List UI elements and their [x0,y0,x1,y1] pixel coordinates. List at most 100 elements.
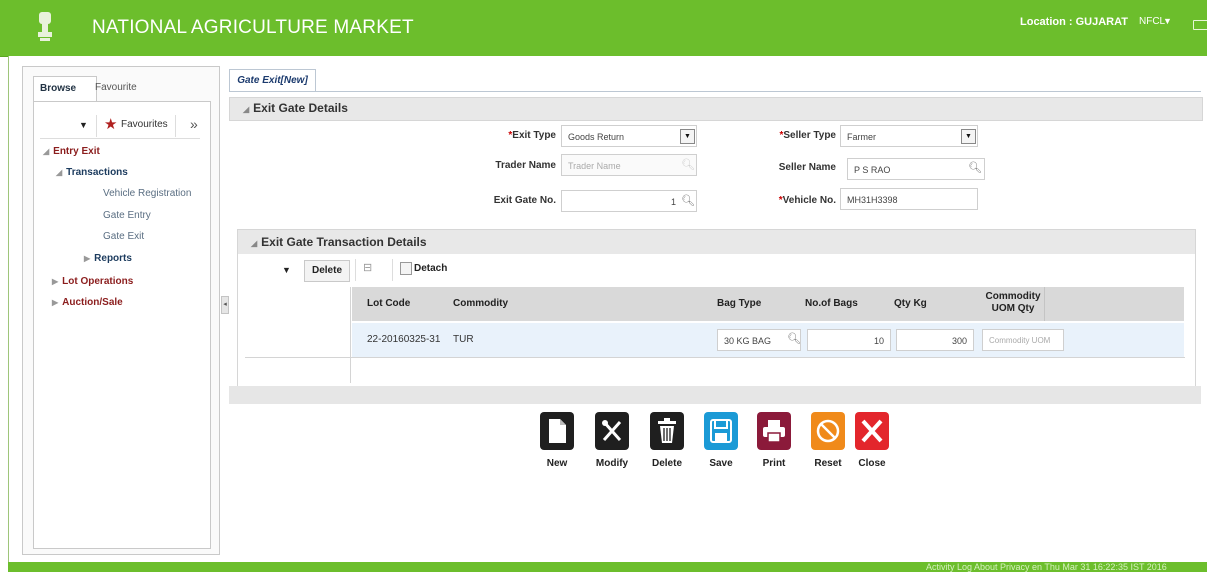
tree-label: Auction/Sale [62,297,123,308]
chevron-down-icon[interactable]: ▼ [79,120,88,130]
tree-item-reports[interactable]: ▶ Reports [84,253,132,264]
tree-item-vehicle-registration[interactable]: Vehicle Registration [103,188,191,199]
window-icon[interactable] [1193,20,1207,30]
caret-right-icon: ▶ [52,277,59,286]
chevron-down-icon[interactable]: ▼ [1163,16,1172,26]
divider [245,357,1185,358]
detach-button[interactable]: Detach [414,263,447,274]
seller-type-value: Farmer [847,132,876,142]
tree-item-entry-exit[interactable]: ◢ Entry Exit [43,146,100,157]
caret-down-icon: ◢ [56,168,63,177]
grid-toolbar: ▼ Delete ⊟ Detach [245,258,1185,284]
tree-item-gate-exit[interactable]: Gate Exit [103,231,144,242]
print-button[interactable] [757,412,791,450]
exit-type-value: Goods Return [568,132,625,142]
tree-item-lot-operations[interactable]: ▶ Lot Operations [52,276,133,287]
chevron-down-icon[interactable]: ▼ [680,129,695,144]
chevron-down-icon[interactable]: ▼ [961,129,976,144]
app-title: NATIONAL AGRICULTURE MARKET [92,17,414,38]
qty-kg-value: 300 [951,336,967,346]
location-label: Location : GUJARAT [1020,16,1128,28]
exit-gate-no-value: 1 [670,197,676,207]
search-icon[interactable]: 🔍︎ [968,161,982,174]
seller-name-input[interactable]: P S RAO [847,158,985,180]
seller-name-label: Seller Name [778,162,836,173]
chevron-down-icon[interactable]: ▼ [282,265,291,275]
emblem-logo [36,10,54,44]
close-label: Close [858,458,886,469]
delete-button[interactable] [650,412,684,450]
column-header-no-of-bags[interactable]: No.of Bags [805,287,875,321]
tab-favourite[interactable]: Favourite [89,76,143,100]
commodity-uom-qty-input[interactable]: Commodity UOM [982,329,1064,351]
delete-row-button[interactable]: Delete [304,260,350,282]
modify-label: Modify [595,458,629,469]
column-header-bag-type[interactable]: Bag Type [717,287,787,321]
footer-links[interactable]: Activity Log About Privacy en Thu Mar 31… [926,562,1167,572]
grid-header: Lot Code Commodity Bag Type No.of Bags Q… [352,287,1184,321]
seller-type-select[interactable]: Farmer [840,125,978,147]
qty-kg-input[interactable]: 300 [896,329,974,351]
lot-code-cell: 22-20160325-31 [367,334,441,345]
user-menu[interactable]: NFCL [1139,16,1165,27]
detach-icon[interactable] [400,262,412,275]
column-header-commodity[interactable]: Commodity [453,287,653,321]
tools-icon [602,420,622,441]
section-footer [229,386,1201,404]
reset-button[interactable] [811,412,845,450]
trader-name-placeholder: Trader Name [568,161,621,171]
column-header-qty-kg[interactable]: Qty Kg [894,287,954,321]
seller-type-label: *Seller Type [779,130,836,141]
prohibited-icon [816,419,840,443]
section-header-exit-gate-details[interactable] [229,97,1203,121]
menu-toolbar: ▼ ★ Favourites » [40,115,200,137]
trader-name-input[interactable]: Trader Name [561,154,697,176]
search-icon[interactable]: 🔍︎ [681,194,695,207]
commodity-uom-qty-placeholder: Commodity UOM [989,336,1051,345]
favourites-button[interactable]: Favourites [121,119,168,130]
exit-gate-no-input[interactable]: 1 [561,190,697,212]
divider [96,115,97,137]
caret-down-icon: ◢ [43,147,50,156]
trash-icon [658,418,676,443]
tree-label: Transactions [66,167,128,178]
new-button[interactable] [540,412,574,450]
star-icon: ★ [104,116,118,133]
new-document-icon [549,419,566,443]
freeze-icon[interactable]: ⊟ [363,261,372,274]
column-header-commodity-uom-qty[interactable]: Commodity UOM Qty [982,287,1045,321]
new-label: New [546,458,568,469]
tab-gate-exit-new[interactable]: Gate Exit[New] [229,69,316,92]
tree-item-gate-entry[interactable]: Gate Entry [103,210,151,221]
exit-type-label: *Exit Type [508,130,556,141]
modify-button[interactable] [595,412,629,450]
tree-label: Entry Exit [53,146,100,157]
caret-right-icon: ▶ [84,254,91,263]
vehicle-no-input[interactable]: MH31H3398 [840,188,978,210]
exit-type-select[interactable]: Goods Return [561,125,697,147]
divider [350,287,351,383]
column-header-lot-code[interactable]: Lot Code [367,287,447,321]
print-label: Print [762,458,786,469]
search-icon[interactable]: 🔍︎ [681,158,695,171]
bag-type-value: 30 KG BAG [724,336,772,346]
caret-right-icon: ▶ [52,298,59,307]
search-icon[interactable]: 🔍︎ [787,332,801,345]
exit-gate-no-label: Exit Gate No. [493,195,556,206]
no-of-bags-input[interactable]: 10 [807,329,891,351]
tree-item-transactions[interactable]: ◢ Transactions [56,167,128,178]
vehicle-no-value: MH31H3398 [847,195,898,205]
save-button[interactable] [704,412,738,450]
table-row[interactable]: 22-20160325-31 TUR 30 KG BAG 🔍︎ 10 300 C… [352,323,1184,358]
save-label: Save [709,458,733,469]
close-button[interactable] [855,412,889,450]
double-chevron-right-icon[interactable]: » [190,116,198,132]
printer-icon [763,420,785,443]
divider [229,91,1201,92]
section-title-text: Exit Gate Details [253,101,348,115]
caret-down-icon: ◢ [251,239,258,248]
divider [40,138,200,139]
collapse-panel-handle[interactable]: ◂ [221,296,229,314]
tree-item-auction-sale[interactable]: ▶ Auction/Sale [52,297,123,308]
tab-browse[interactable]: Browse [33,76,97,101]
